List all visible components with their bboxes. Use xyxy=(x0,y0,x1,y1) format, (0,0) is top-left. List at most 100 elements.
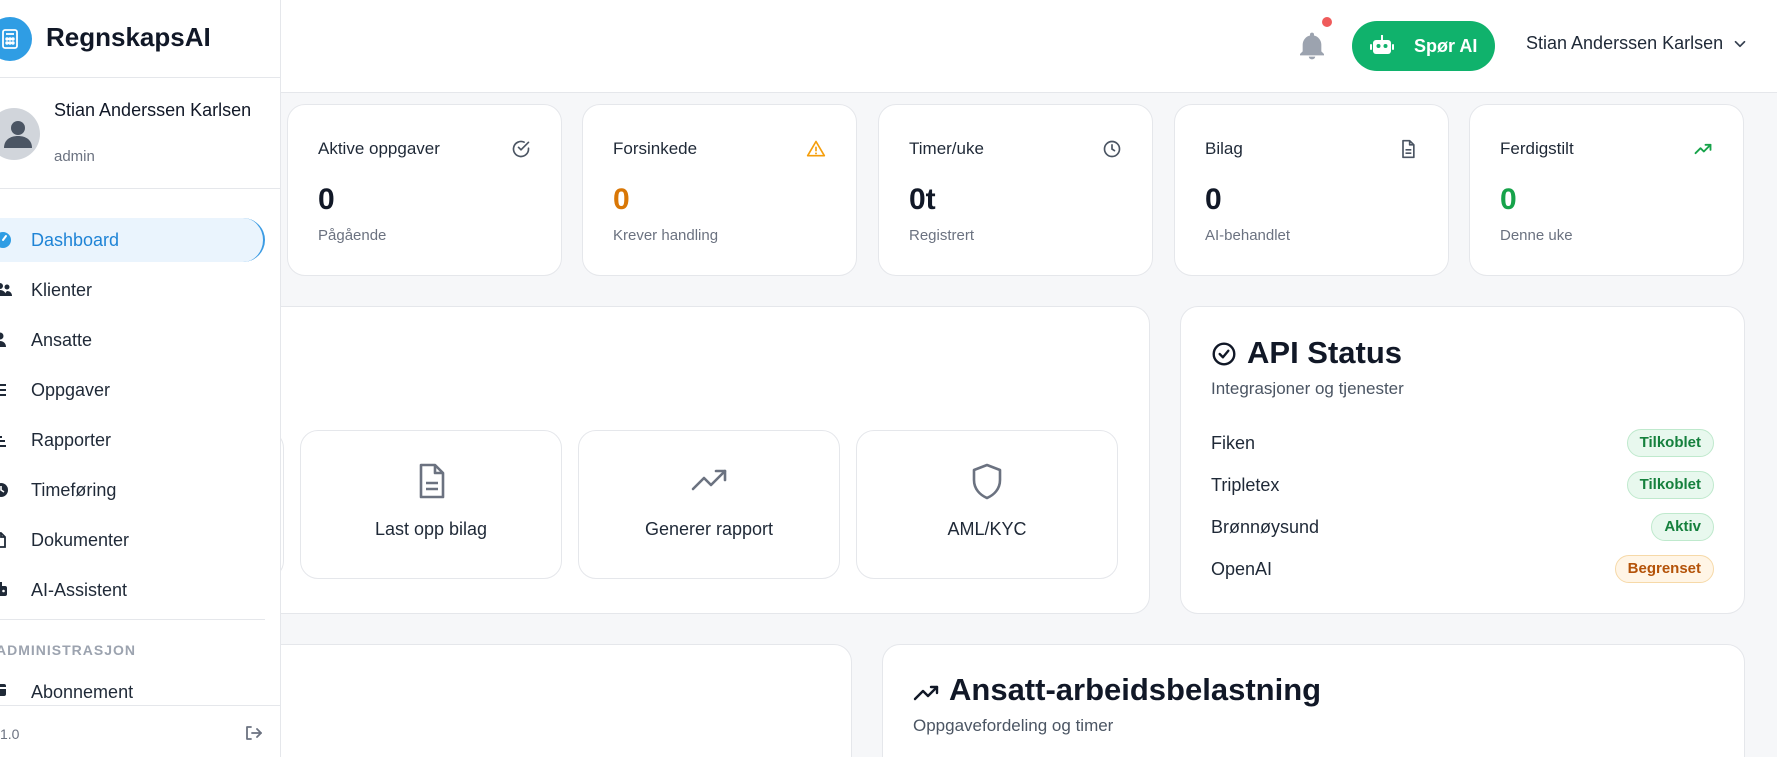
document-icon xyxy=(1402,139,1415,159)
stat-value: 0 xyxy=(318,183,335,216)
sidebar-item-label: Abonnement xyxy=(31,682,134,702)
stat-title: Timer/uke xyxy=(909,139,984,158)
workload-title: Ansatt-arbeidsbelastning xyxy=(949,672,1322,707)
status-badge: Tilkoblet xyxy=(1626,471,1714,499)
sidebar-item-label: AI-Assistent xyxy=(31,579,128,600)
sidebar-item-label: Rapporter xyxy=(31,429,112,450)
action-aml-kyc[interactable]: AML/KYC xyxy=(856,430,1118,579)
clock-icon xyxy=(0,483,8,497)
stat-subtitle: Denne uke xyxy=(1500,227,1573,244)
action-generate-report[interactable]: Generer rapport xyxy=(578,430,840,579)
chevron-down-icon xyxy=(1734,40,1746,47)
stat-title: Aktive oppgaver xyxy=(318,139,440,158)
stat-subtitle: Pågående xyxy=(318,227,387,244)
robot-icon xyxy=(1370,35,1394,54)
check-circle-icon xyxy=(1212,342,1236,366)
sidebar-nav: Dashboard Klienter Ansatte Oppgaver Rapp… xyxy=(0,218,281,618)
app-version: 1.0 xyxy=(0,726,20,742)
warning-icon xyxy=(806,140,826,157)
sidebar-item-rapporter[interactable]: Rapporter xyxy=(0,418,281,462)
sidebar-item-label: Timeføring xyxy=(31,479,117,500)
api-name: Fiken xyxy=(1211,433,1256,453)
user-menu-name: Stian Anderssen Karlsen xyxy=(1526,33,1724,53)
sidebar-divider xyxy=(0,619,265,620)
api-row-fiken: Fiken Tilkoblet xyxy=(1211,427,1714,459)
stat-subtitle: Krever handling xyxy=(613,227,719,244)
user-menu[interactable]: Stian Anderssen Karlsen xyxy=(1526,33,1749,54)
ask-ai-label: Spør AI xyxy=(1414,35,1478,56)
sidebar-item-ansatte[interactable]: Ansatte xyxy=(0,318,281,362)
stat-card-vouchers: Bilag 0 AI-behandlet xyxy=(1174,104,1449,276)
api-status-subtitle: Integrasjoner og tjenester xyxy=(1211,379,1404,398)
profile-role: admin xyxy=(54,148,95,165)
profile-name: Stian Anderssen Karlsen xyxy=(54,100,252,120)
sidebar-profile: Stian Anderssen Karlsen admin xyxy=(0,78,281,189)
workload-subtitle: Oppgavefordeling og timer xyxy=(913,716,1114,735)
trending-up-icon xyxy=(1694,143,1712,155)
action-label: AML/KYC xyxy=(947,519,1027,539)
robot-icon xyxy=(0,582,7,596)
stat-card-delayed: Forsinkede 0 Krever handling xyxy=(582,104,857,276)
stat-card-hours: Timer/uke 0t Registrert xyxy=(878,104,1153,276)
api-row-tripletex: Tripletex Tilkoblet xyxy=(1211,469,1714,501)
report-icon xyxy=(0,436,6,447)
action-label: Generer rapport xyxy=(644,519,774,539)
status-badge: Tilkoblet xyxy=(1626,429,1714,457)
gauge-icon xyxy=(0,232,11,248)
sidebar-item-klienter[interactable]: Klienter xyxy=(0,268,281,312)
avatar xyxy=(0,108,40,160)
stat-title: Forsinkede xyxy=(613,139,698,158)
sidebar-item-label: Klienter xyxy=(31,279,93,300)
list-icon xyxy=(0,384,6,396)
bell-icon[interactable] xyxy=(1296,30,1328,62)
stat-title: Bilag xyxy=(1205,139,1243,158)
api-status-title: API Status xyxy=(1247,335,1403,370)
stat-card-active-tasks: Aktive oppgaver 0 Pågående xyxy=(287,104,562,276)
trending-up-icon xyxy=(691,469,727,491)
api-name: Tripletex xyxy=(1211,475,1280,495)
action-label: Last opp bilag xyxy=(374,519,488,539)
clock-icon xyxy=(1103,140,1121,158)
sidebar-item-oppgaver[interactable]: Oppgaver xyxy=(0,368,281,412)
shield-icon xyxy=(972,463,1002,500)
sidebar-item-label: Dashboard xyxy=(31,229,120,250)
status-badge: Aktiv xyxy=(1651,513,1714,541)
brand: RegnskapsAI xyxy=(0,0,280,78)
stat-value: 0 xyxy=(1205,183,1222,216)
status-badge: Begrenset xyxy=(1614,555,1714,583)
sidebar: RegnskapsAI Stian Anderssen Karlsen admi… xyxy=(0,0,281,757)
sidebar-item-ai-assistent[interactable]: AI-Assistent xyxy=(0,568,281,612)
sidebar-item-timeforing[interactable]: Timeføring xyxy=(0,468,281,512)
users-icon xyxy=(0,283,12,296)
stat-subtitle: Registrert xyxy=(909,227,975,244)
brand-name: RegnskapsAI xyxy=(46,22,211,52)
sidebar-item-dashboard[interactable]: Dashboard xyxy=(0,218,265,262)
stat-value: 0 xyxy=(1500,183,1517,216)
action-upload-voucher[interactable]: Last opp bilag xyxy=(300,430,562,579)
api-row-openai: OpenAI Begrenset xyxy=(1211,553,1714,585)
workload-panel: Ansatt-arbeidsbelastning Oppgavefordelin… xyxy=(882,644,1745,757)
user-icon xyxy=(0,332,6,347)
logout-icon[interactable] xyxy=(244,724,262,742)
api-row-bronnoysund: Brønnøysund Aktiv xyxy=(1211,511,1714,543)
credit-card-icon xyxy=(0,684,6,696)
document-icon xyxy=(0,532,6,548)
check-circle-icon xyxy=(512,140,530,158)
bottom-left-panel xyxy=(230,644,852,757)
api-name: OpenAI xyxy=(1211,559,1273,579)
stat-title: Ferdigstilt xyxy=(1500,139,1574,158)
stat-subtitle: AI-behandlet xyxy=(1205,227,1291,244)
stat-value: 0 xyxy=(613,183,630,216)
ask-ai-button[interactable]: Spør AI xyxy=(1352,21,1495,71)
api-name: Brønnøysund xyxy=(1211,517,1320,537)
stat-value: 0t xyxy=(909,183,936,216)
stat-card-completed: Ferdigstilt 0 Denne uke xyxy=(1469,104,1744,276)
sidebar-item-dokumenter[interactable]: Dokumenter xyxy=(0,518,281,562)
document-icon xyxy=(419,463,445,499)
notification-dot xyxy=(1322,17,1332,27)
sidebar-section-label: ADMINISTRASJON xyxy=(0,642,137,658)
sidebar-footer: 1.0 xyxy=(0,705,281,757)
sidebar-item-label: Oppgaver xyxy=(31,379,111,400)
sidebar-item-label: Dokumenter xyxy=(31,529,130,550)
sidebar-item-label: Ansatte xyxy=(31,329,93,350)
